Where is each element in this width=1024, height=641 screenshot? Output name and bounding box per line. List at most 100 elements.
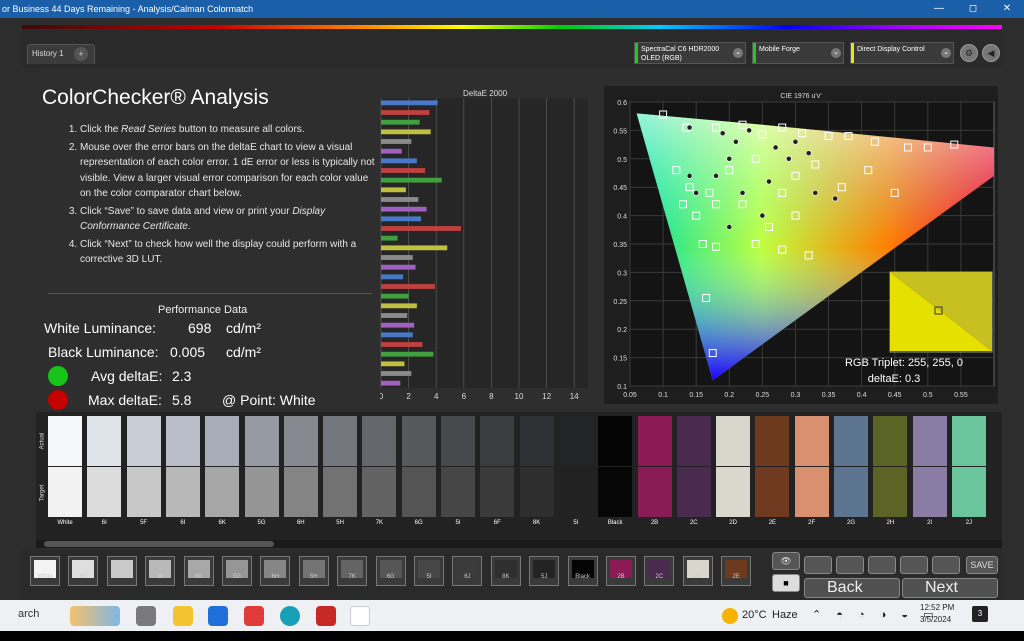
cie-measured-point [772,144,779,151]
color-swatch[interactable] [519,416,554,518]
max-deltae-label: Max deltaE: [88,392,162,408]
color-swatch[interactable] [558,416,593,518]
notification-icon[interactable]: 3 [972,606,988,622]
color-swatch[interactable] [480,416,515,518]
color-swatch[interactable] [598,416,633,518]
strip-swatch[interactable] [337,556,368,586]
strip-swatch[interactable] [145,556,176,586]
search-box[interactable]: arch [18,608,39,620]
edge-icon[interactable] [280,606,300,626]
strip-swatch[interactable] [106,556,137,586]
strip-swatch[interactable] [529,556,560,586]
next-button[interactable]: Next [902,578,998,598]
color-swatch[interactable] [716,416,751,518]
color-swatch[interactable] [676,416,711,518]
color-swatch[interactable] [205,416,240,518]
deltae-chart[interactable]: DeltaE 2000 0 2 4 6 8 10 12 14 [380,90,590,410]
strip-swatch[interactable] [298,556,329,586]
minimize-button[interactable]: — [922,0,956,18]
strip-swatch[interactable] [68,556,99,586]
strip-swatch[interactable] [606,556,636,586]
mail-icon[interactable] [208,606,228,626]
horizontal-scrollbar[interactable] [36,540,1002,548]
file-explorer-icon[interactable] [173,606,193,626]
strip-swatch[interactable] [452,556,483,586]
strip-swatch-label: 8K [502,574,510,580]
maximize-button[interactable]: ◻ [956,0,990,18]
cie-title: CIE 1976 u'v' [780,93,821,100]
strip-swatch[interactable] [222,556,252,586]
color-swatch[interactable] [794,416,829,518]
color-swatch[interactable] [637,416,672,518]
save-button[interactable]: SAVE [966,556,998,574]
color-swatch[interactable] [834,416,868,518]
cie-measured-point [746,127,753,134]
stop-icon[interactable] [804,556,832,574]
strip-swatch[interactable] [682,556,713,586]
swatch-target [323,467,358,517]
eye-icon[interactable]: 👁 [772,552,800,570]
loop-icon[interactable] [932,556,960,574]
close-button[interactable]: ✕ [990,0,1024,18]
black-luminance-value: 0.005 [170,344,206,360]
color-swatch[interactable] [323,416,358,518]
cie-measured-point [739,189,746,196]
strip-swatch[interactable] [375,556,406,586]
display-dropdown[interactable]: Direct Display Control ⌄ [850,42,954,64]
color-swatch[interactable] [401,416,436,518]
strip-swatch[interactable] [721,556,752,586]
deltae-bar [381,226,462,231]
deltae-bar [381,380,401,386]
record-button[interactable]: ■ [772,574,800,592]
swatch-actual [362,416,397,466]
settings-icon[interactable]: ⚙ [960,44,978,62]
swatch-actual [519,416,554,466]
cie-y-tick: 0.35 [613,242,627,249]
color-swatch[interactable] [283,416,318,518]
color-swatch[interactable] [441,416,475,518]
clock-time[interactable]: 12:52 PM [920,603,954,612]
color-swatch[interactable] [87,416,122,518]
color-swatch[interactable] [755,416,790,518]
strip-swatch[interactable] [490,556,521,586]
meter-mode: OLED (RGB) [641,55,682,62]
strip-swatch[interactable] [30,556,60,586]
play-icon[interactable] [836,556,864,574]
recorder-icon[interactable] [316,606,336,626]
meter-dropdown[interactable]: SpectraCal C6 HDR2000 OLED (RGB) ⌄ [634,42,746,64]
deltae-bar [381,206,427,212]
store-icon[interactable] [244,606,264,626]
swatch-actual [165,416,200,466]
clock-date[interactable]: 3/5/2024 [920,615,951,624]
strip-swatch[interactable] [644,556,675,586]
step-4: Click “Next” to check how well the displ… [80,237,376,268]
scroll-thumb[interactable] [44,541,274,547]
color-swatch[interactable] [48,416,82,518]
add-tab-button[interactable]: + [74,47,88,61]
source-dropdown[interactable]: Mobile Forge ⌄ [752,42,844,64]
task-view-icon[interactable] [136,606,156,626]
strip-swatch-label: 5I [426,574,432,580]
strip-swatch[interactable] [183,556,214,586]
chevron-down-icon: ⌄ [831,48,841,58]
save-disk-icon[interactable] [868,556,896,574]
color-swatch[interactable] [126,416,161,518]
back-button[interactable]: Back [804,578,900,598]
cie-chart[interactable]: CIE 1976 u'v' 0.05 0.1 0.15 0.2 0.25 0.3 0.35 0… [604,86,998,404]
strip-swatch[interactable] [567,556,598,586]
refresh-icon[interactable] [900,556,928,574]
calman-app-icon[interactable] [350,606,370,626]
deltae-title: DeltaE 2000 [463,90,508,98]
color-swatch[interactable] [244,416,279,518]
color-swatch[interactable] [165,416,200,518]
color-swatch[interactable] [951,416,986,518]
strip-swatch-label: 6J [80,574,87,580]
cie-y-tick: 0.25 [613,299,627,306]
color-swatch[interactable] [873,416,908,518]
color-swatch[interactable] [362,416,397,518]
collapse-arrow-icon[interactable]: ◀ [982,44,1000,62]
cie-y-tick: 0.15 [613,356,627,363]
strip-swatch[interactable] [260,556,291,586]
color-swatch[interactable] [912,416,947,518]
strip-swatch[interactable] [414,556,444,586]
